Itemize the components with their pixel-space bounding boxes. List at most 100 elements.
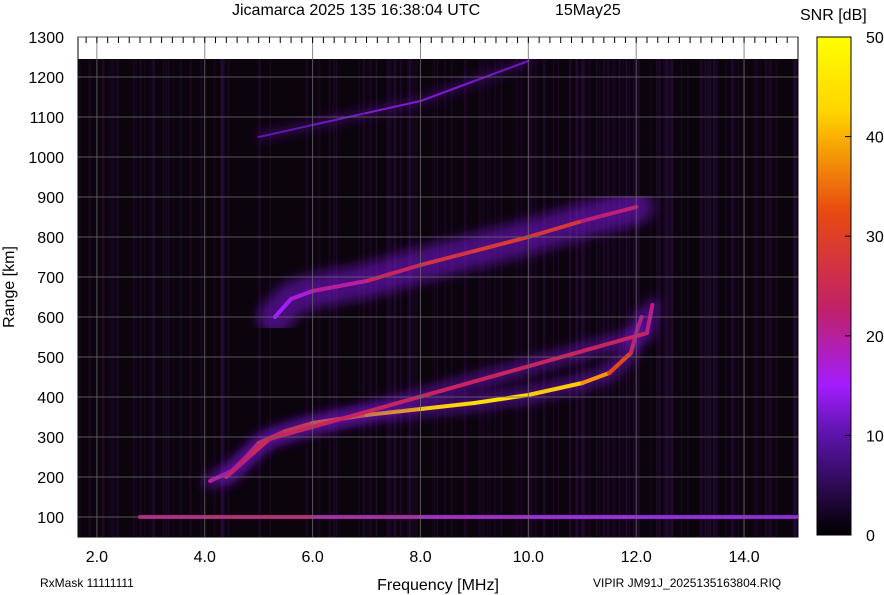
- noise-streak: [78, 59, 81, 537]
- noise-streak: [755, 59, 759, 537]
- ionogram-figure: Jicamarca 2025 135 16:38:04 UTC 15May25 …: [1, 2, 884, 594]
- noise-streak: [665, 59, 669, 537]
- noise-streak: [399, 59, 402, 537]
- noise-streak: [618, 59, 621, 537]
- colorbar-tick-label: 50: [866, 30, 884, 47]
- noise-streak: [163, 59, 165, 537]
- noise-streak: [760, 59, 762, 537]
- noise-streak: [637, 59, 640, 537]
- colorbar-tick-label: 30: [866, 229, 884, 246]
- noise-streak: [213, 59, 216, 537]
- noise-streak: [596, 59, 598, 537]
- rxmask-label: RxMask 11111111: [40, 576, 134, 590]
- noise-streak: [625, 59, 628, 537]
- noise-streak: [628, 59, 631, 537]
- x-tick-label: 14.0: [728, 549, 759, 566]
- noise-streak: [774, 59, 778, 537]
- noise-streak: [709, 59, 712, 537]
- noise-streak: [486, 59, 489, 537]
- noise-streak: [575, 59, 579, 537]
- y-tick-label: 600: [37, 310, 64, 327]
- noise-streak: [117, 59, 119, 537]
- noise-streak: [557, 59, 560, 537]
- noise-streak: [143, 59, 146, 537]
- chart-title: Jicamarca 2025 135 16:38:04 UTC: [232, 2, 480, 19]
- x-tick-label: 2.0: [86, 549, 108, 566]
- noise-streak: [533, 59, 537, 537]
- noise-streak: [409, 59, 412, 537]
- noise-streak: [386, 59, 390, 537]
- noise-streak: [179, 59, 182, 537]
- noise-streak: [257, 59, 260, 537]
- y-tick-label: 500: [37, 350, 64, 367]
- x-tick-label: 12.0: [621, 549, 652, 566]
- noise-streak: [598, 59, 601, 537]
- noise-streak: [414, 59, 418, 537]
- noise-streak: [450, 59, 453, 537]
- y-tick-label: 200: [37, 470, 64, 487]
- noise-streak: [601, 59, 605, 537]
- noise-streak: [132, 59, 135, 537]
- plot-background: [78, 59, 798, 537]
- y-tick-label: 300: [37, 430, 64, 447]
- noise-streak: [656, 59, 658, 537]
- noise-streak: [632, 59, 636, 537]
- noise-streak: [101, 59, 105, 537]
- noise-streak: [611, 59, 614, 537]
- noise-streak: [389, 59, 392, 537]
- y-tick-label: 1000: [28, 150, 64, 167]
- y-tick-label: 800: [37, 230, 64, 247]
- noise-streak: [607, 59, 610, 537]
- noise-streak: [436, 59, 438, 537]
- noise-streak: [135, 59, 137, 537]
- noise-streak: [168, 59, 170, 537]
- noise-streak: [737, 59, 740, 537]
- colorbar-label: SNR [dB]: [800, 7, 867, 24]
- y-tick-label: 700: [37, 270, 64, 287]
- y-tick-label: 100: [37, 510, 64, 527]
- noise-streak: [98, 59, 100, 537]
- noise-streak: [730, 59, 734, 537]
- noise-streak: [588, 59, 591, 537]
- noise-streak: [112, 59, 115, 537]
- noise-streak: [432, 59, 435, 537]
- noise-streak: [686, 59, 689, 537]
- colorbar-tick-label: 40: [866, 130, 884, 147]
- noise-streak: [149, 59, 152, 537]
- noise-streak: [670, 59, 674, 537]
- noise-streak: [463, 59, 467, 537]
- noise-streak: [369, 59, 371, 537]
- x-tick-label: 10.0: [513, 549, 544, 566]
- x-axis-label: Frequency [MHz]: [377, 577, 499, 594]
- noise-streak: [493, 59, 497, 537]
- file-label: VIPIR JM91J_2025135163804.RIQ: [593, 576, 781, 590]
- y-axis-label: Range [km]: [1, 246, 18, 328]
- noise-streak: [771, 59, 774, 537]
- noise-streak: [584, 59, 586, 537]
- colorbar-tick-label: 0: [866, 528, 875, 545]
- noise-streak: [165, 59, 168, 537]
- colorbar-tick-label: 20: [866, 329, 884, 346]
- noise-streak: [407, 59, 409, 537]
- noise-streak: [725, 59, 727, 537]
- noise-streak: [734, 59, 737, 537]
- noise-streak: [444, 59, 446, 537]
- noise-streak: [482, 59, 485, 537]
- noise-streak: [613, 59, 616, 537]
- noise-streak: [699, 59, 703, 537]
- noise-streak: [489, 59, 491, 537]
- x-tick-label: 4.0: [194, 549, 216, 566]
- noise-streak: [716, 59, 719, 537]
- noise-streak: [110, 59, 113, 537]
- noise-streak: [375, 59, 378, 537]
- y-tick-label: 1200: [28, 70, 64, 87]
- noise-streak: [793, 59, 796, 537]
- noise-streak: [223, 59, 226, 537]
- colorbar-tick-label: 10: [866, 428, 884, 445]
- y-tick-label: 900: [37, 190, 64, 207]
- noise-streak: [108, 59, 110, 537]
- x-tick-label: 6.0: [301, 549, 323, 566]
- noise-streak: [768, 59, 771, 537]
- noise-streak: [410, 59, 414, 537]
- noise-streak: [713, 59, 715, 537]
